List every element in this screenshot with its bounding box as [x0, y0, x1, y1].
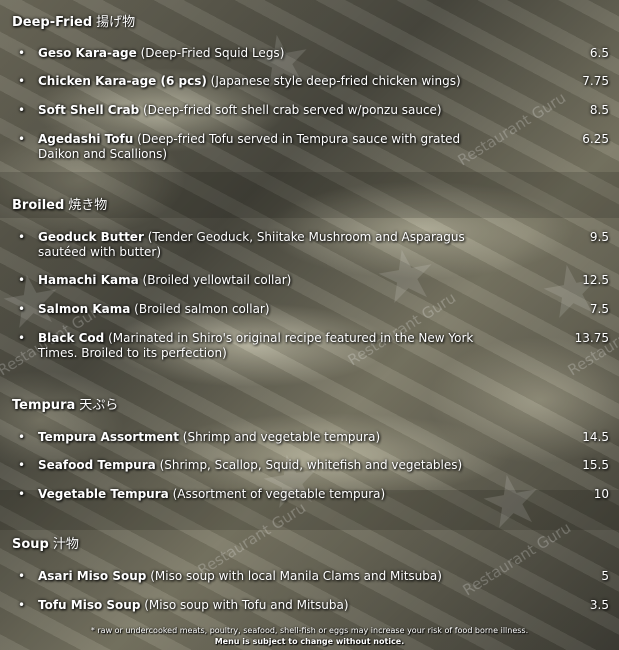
bullet-icon: • [18, 430, 26, 444]
item-price: 8.5 [589, 103, 609, 117]
bullet-icon: • [18, 458, 26, 472]
bullet-icon: • [18, 230, 26, 244]
item-price: 12.5 [582, 273, 609, 287]
section-title-tempura: Tempura 天ぷら [12, 398, 119, 413]
item-price: 14.5 [582, 430, 609, 444]
item-price: 5 [601, 569, 609, 583]
footer-disclaimer: * raw or undercooked meats, poultry, sea… [90, 626, 529, 635]
menu-page: Deep-Fried 揚げ物 • Geso Kara-age (Deep-Frie… [0, 0, 619, 650]
bullet-icon: • [18, 487, 26, 501]
footer-notice: Menu is subject to change without notice… [214, 637, 405, 646]
item-price: 13.75 [574, 331, 609, 345]
section-title-broiled: Broiled 焼き物 [12, 198, 108, 213]
item-price: 15.5 [582, 458, 609, 472]
item-price: 9.5 [589, 230, 609, 244]
item-price: 3.5 [589, 598, 609, 612]
bullet-icon: • [18, 302, 26, 316]
bullet-icon: • [18, 103, 26, 117]
bullet-icon: • [18, 46, 26, 60]
bullet-icon: • [18, 132, 26, 146]
bullet-icon: • [18, 74, 26, 88]
item-price: 10 [593, 487, 609, 501]
section-title-deep-fried: Deep-Fried 揚げ物 [12, 15, 136, 30]
item-price: 6.5 [589, 46, 609, 60]
bullet-icon: • [18, 331, 26, 345]
item-price: 7.75 [582, 74, 609, 88]
section-title-soup: Soup 汁物 [12, 537, 79, 552]
item-price: 7.5 [589, 302, 609, 316]
bullet-icon: • [18, 569, 26, 583]
bullet-icon: • [18, 273, 26, 287]
menu-footer: * raw or undercooked meats, poultry, sea… [0, 625, 619, 647]
bullet-icon: • [18, 598, 26, 612]
item-price: 6.25 [582, 132, 609, 146]
